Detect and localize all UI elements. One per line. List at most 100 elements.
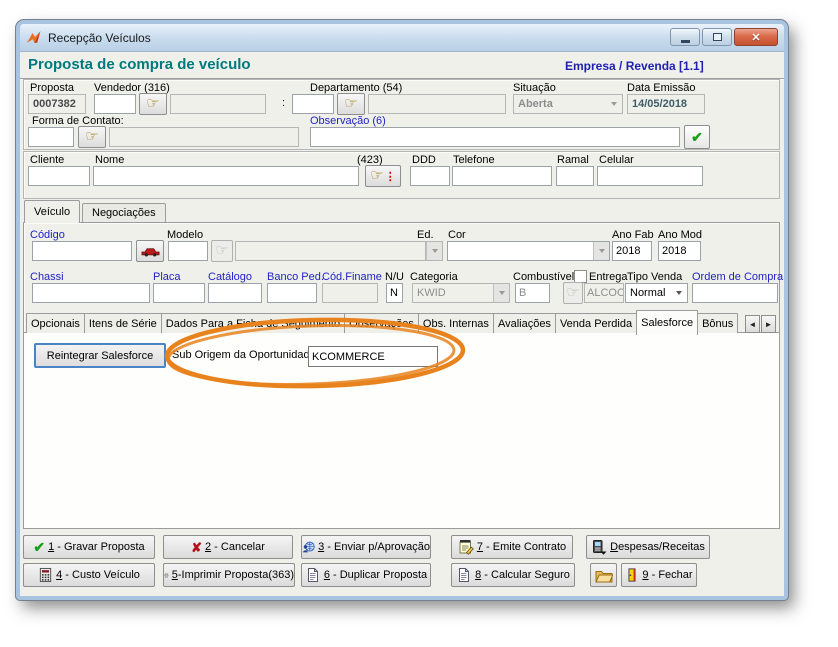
emite-contrato-button[interactable]: 7 - Emite Contrato xyxy=(451,535,573,559)
tab-negociacoes[interactable]: Negociações xyxy=(82,203,166,223)
departamento-input[interactable] xyxy=(292,94,334,114)
subtab-itens-de-serie[interactable]: Itens de Série xyxy=(83,313,162,333)
observacao-label: Observação (6) xyxy=(310,115,386,127)
nu-input[interactable] xyxy=(386,283,403,303)
subtab-venda-perdida[interactable]: Venda Perdida xyxy=(554,313,638,333)
subtab-dados-ficha-seguimento[interactable]: Dados Para a Ficha de Seguimento xyxy=(160,313,346,333)
telefone-input[interactable] xyxy=(452,166,552,186)
codigo-input[interactable] xyxy=(32,241,132,261)
categoria-value: KWID xyxy=(417,287,446,299)
subtab-scroll-left-button[interactable]: ◄ xyxy=(745,315,760,333)
cod-finame-label: Cód.Finame xyxy=(322,271,382,283)
car-icon xyxy=(141,247,159,256)
tipo-venda-label: Tipo Venda xyxy=(627,271,683,283)
departamento-lookup-button[interactable]: ☞ xyxy=(337,93,365,115)
situacao-label: Situação xyxy=(513,82,556,94)
ordem-compra-input[interactable] xyxy=(692,283,778,303)
modelo-desc-field xyxy=(235,241,431,261)
subtab-bonus[interactable]: Bônus xyxy=(697,313,739,333)
minimize-button[interactable] xyxy=(670,28,700,46)
combustivel-lookup-button-disabled: ☞ xyxy=(563,282,583,304)
forma-contato-input[interactable] xyxy=(28,127,74,147)
subtab-opcionais[interactable]: Opcionais xyxy=(26,313,85,333)
hand-pointer-icon: ☞ xyxy=(566,283,580,301)
codigo-label: Código xyxy=(30,229,65,241)
ano-mod-label: Ano Mod xyxy=(658,229,703,241)
hand-pointer-icon: ☞ xyxy=(146,94,160,112)
codigo-car-lookup-button[interactable] xyxy=(136,240,164,262)
combustivel-input[interactable] xyxy=(515,283,550,303)
custo-veiculo-button[interactable]: 4 - Custo Veículo xyxy=(23,563,155,587)
cor-dropdown[interactable] xyxy=(447,241,610,261)
subtab-scroll-right-button[interactable]: ► xyxy=(761,315,776,333)
enviar-aprovacao-button[interactable]: 3 - Enviar p/Aprovação xyxy=(301,535,431,559)
vendedor-input[interactable] xyxy=(94,94,136,114)
data-emissao-label: Data Emissão xyxy=(627,82,696,94)
placa-label: Placa xyxy=(153,271,181,283)
ddd-input[interactable] xyxy=(410,166,450,186)
proposta-label: Proposta xyxy=(30,82,75,94)
celular-input[interactable] xyxy=(597,166,703,186)
observacao-input[interactable] xyxy=(310,127,680,147)
celular-label: Celular xyxy=(599,154,634,166)
cliente-input[interactable] xyxy=(28,166,90,186)
despesas-receitas-button[interactable]: Despesas/Receitas xyxy=(586,535,710,559)
vendedor-desc-field xyxy=(170,94,266,114)
subtab-avaliacoes[interactable]: Avaliações xyxy=(492,313,556,333)
chassi-input[interactable] xyxy=(32,283,150,303)
sub-origem-input[interactable] xyxy=(308,346,438,367)
duplicar-proposta-button[interactable]: 6 - Duplicar Proposta xyxy=(301,563,431,587)
client-area: Proposta de compra de veículo Empresa / … xyxy=(20,52,784,595)
cancel-x-icon: ✘ xyxy=(191,539,202,555)
vendedor-lookup-button[interactable]: ☞ xyxy=(139,93,167,115)
banco-ped-label: Banco Ped. xyxy=(267,271,324,283)
restore-button[interactable] xyxy=(702,28,732,46)
fechar-button[interactable]: 9 - Fechar xyxy=(621,563,697,587)
cliente-lookup-button[interactable]: ☞ ⋮ xyxy=(365,165,401,187)
ano-mod-input[interactable] xyxy=(658,241,701,261)
close-button[interactable]: ✕ xyxy=(734,28,778,46)
cancelar-button[interactable]: ✘ 2 - Cancelar xyxy=(163,535,293,559)
imprimir-proposta-button[interactable]: 5-Imprimir Proposta(363) xyxy=(163,563,295,587)
confirm-observacao-button[interactable]: ✔ xyxy=(684,125,710,149)
window-title: Recepção Veículos xyxy=(48,30,151,45)
tipo-venda-dropdown[interactable]: Normal xyxy=(625,283,688,303)
modelo-input[interactable] xyxy=(168,241,208,261)
ano-fab-input[interactable] xyxy=(612,241,652,261)
catalogo-label: Catálogo xyxy=(208,271,253,283)
cod-finame-field xyxy=(322,283,378,303)
categoria-dropdown: KWID xyxy=(412,283,510,303)
app-logo-icon xyxy=(26,30,42,45)
ano-fab-label: Ano Fab xyxy=(612,229,654,241)
subtab-observacoes[interactable]: Observações xyxy=(344,313,419,333)
modelo-lookup-button-disabled: ☞ xyxy=(211,240,233,262)
ramal-input[interactable] xyxy=(556,166,594,186)
reintegrar-salesforce-button[interactable]: Reintegrar Salesforce xyxy=(34,343,166,368)
company-context: Empresa / Revenda [1.1] xyxy=(565,59,704,73)
tipo-venda-value: Normal xyxy=(630,287,666,299)
forma-contato-label: Forma de Contato: xyxy=(32,115,124,127)
gravar-proposta-button[interactable]: ✔ 1 - Gravar Proposta xyxy=(23,535,155,559)
ramal-label: Ramal xyxy=(557,154,589,166)
forma-contato-lookup-button[interactable]: ☞ xyxy=(78,126,106,148)
nome-label: Nome xyxy=(95,154,125,166)
hand-pointer-icon: ☞ xyxy=(85,127,99,145)
arrow-right-icon: ► xyxy=(764,319,773,329)
document-icon xyxy=(459,568,470,582)
banco-ped-input[interactable] xyxy=(267,283,317,303)
subtab-obs-internas[interactable]: Obs. Internas xyxy=(417,313,494,333)
window-titlebar[interactable]: Recepção Veículos ✕ xyxy=(20,24,784,52)
tab-veiculo[interactable]: Veículo xyxy=(24,200,81,223)
open-folder-button[interactable] xyxy=(590,563,617,587)
minimize-icon xyxy=(680,39,690,43)
modelo-label: Modelo xyxy=(167,229,204,241)
catalogo-input[interactable] xyxy=(208,283,262,303)
placa-input[interactable] xyxy=(153,283,205,303)
calcular-seguro-button[interactable]: 8 - Calcular Seguro xyxy=(451,563,575,587)
nome-input[interactable] xyxy=(93,166,359,186)
subtab-salesforce[interactable]: Salesforce xyxy=(636,310,699,335)
hand-pointer-icon: ☞ xyxy=(370,166,384,184)
ed-dropdown xyxy=(425,241,443,261)
telefone-label: Telefone xyxy=(453,154,495,166)
document-icon xyxy=(307,568,318,582)
